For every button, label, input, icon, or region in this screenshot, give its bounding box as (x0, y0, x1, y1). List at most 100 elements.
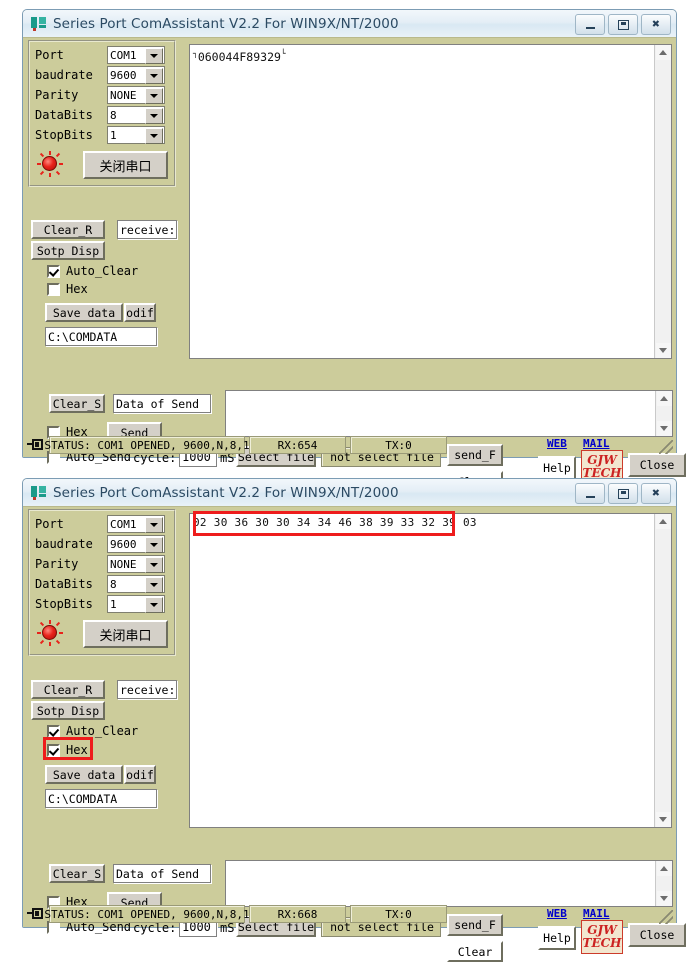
etx-control-char: └ (280, 49, 286, 58)
receive-hex-checkbox-row[interactable]: Hex (47, 282, 88, 296)
receive-hex-checkbox[interactable] (47, 743, 60, 757)
databits-select[interactable]: 8 (107, 575, 165, 593)
send-textarea[interactable] (225, 390, 673, 437)
web-link[interactable]: WEB (547, 907, 567, 920)
receive-text: ┐060044F89329└ (190, 45, 654, 358)
send-scrollbar[interactable] (655, 391, 672, 436)
chevron-down-icon[interactable] (145, 577, 163, 593)
send-file-button[interactable]: send_F (447, 914, 503, 936)
scroll-down-icon[interactable] (656, 891, 672, 906)
mail-link[interactable]: MAIL (583, 437, 610, 450)
stopbits-select[interactable]: 1 (107, 126, 165, 144)
receive-textarea[interactable]: ┐060044F89329└ (189, 44, 672, 359)
receive-scrollbar[interactable] (654, 45, 671, 358)
titlebar-window-2[interactable]: Series Port ComAssistant V2.2 For WIN9X/… (23, 479, 676, 506)
chevron-down-icon[interactable] (145, 108, 163, 124)
send-text[interactable] (226, 391, 655, 436)
auto-clear-label: Auto_Clear (66, 264, 139, 278)
titlebar-buttons: ✖ (575, 14, 671, 35)
auto-clear-checkbox[interactable] (47, 264, 60, 278)
status-text: STATUS: COM1 OPENED, 9600,N,8,1 (44, 905, 250, 923)
send-textarea[interactable] (225, 860, 673, 907)
clear-send-button[interactable]: Clear_S (49, 864, 105, 883)
baudrate-row: baudrate (35, 537, 105, 551)
parity-select[interactable]: NONE (107, 555, 165, 573)
databits-label: DataBits (35, 108, 93, 122)
receive-scrollbar[interactable] (654, 514, 671, 827)
save-data-button[interactable]: Save data (45, 765, 123, 784)
chevron-down-icon[interactable] (145, 517, 163, 533)
baudrate-value: 9600 (110, 68, 137, 82)
window-2: Series Port ComAssistant V2.2 For WIN9X/… (22, 478, 686, 962)
cycle-label: cycle: (133, 921, 177, 935)
parity-select[interactable]: NONE (107, 86, 165, 104)
baudrate-select[interactable]: 9600 (107, 535, 165, 553)
window-1: Series Port ComAssistant V2.2 For WIN9X/… (22, 9, 686, 492)
stopbits-select[interactable]: 1 (107, 595, 165, 613)
stopbits-value: 1 (110, 128, 117, 142)
parity-row: Parity (35, 88, 105, 102)
rx-counter: RX:668 (249, 905, 346, 923)
receive-textarea[interactable]: 02 30 36 30 30 34 34 46 38 39 33 32 39 0… (189, 513, 672, 828)
receive-hex-checkbox-row[interactable]: Hex (47, 743, 88, 757)
port-select[interactable]: COM1 (107, 515, 165, 533)
resize-grip[interactable] (659, 440, 673, 454)
port-select[interactable]: COM1 (107, 46, 165, 64)
scroll-up-icon[interactable] (655, 514, 671, 529)
close-app-button[interactable]: Close (628, 453, 686, 477)
databits-select[interactable]: 8 (107, 106, 165, 124)
web-link[interactable]: WEB (547, 437, 567, 450)
receive-hex-checkbox[interactable] (47, 282, 60, 296)
stop-display-button[interactable]: Sotp Disp (31, 241, 105, 260)
minimize-button[interactable] (575, 483, 605, 504)
clear-receive-button[interactable]: Clear_R (31, 680, 105, 699)
stop-display-button[interactable]: Sotp Disp (31, 701, 105, 720)
minimize-button[interactable] (575, 14, 605, 35)
open-close-port-button[interactable]: 关闭串口 (83, 151, 168, 179)
resize-grip[interactable] (659, 910, 673, 924)
modify-button[interactable]: odif (124, 765, 156, 784)
chevron-down-icon[interactable] (145, 128, 163, 144)
send-scrollbar[interactable] (655, 861, 672, 906)
scroll-down-icon[interactable] (655, 343, 671, 358)
auto-clear-checkbox[interactable] (47, 724, 60, 738)
chevron-down-icon[interactable] (145, 48, 163, 64)
chevron-down-icon[interactable] (145, 557, 163, 573)
minimize-icon (585, 493, 595, 498)
save-path-input[interactable]: C:\COMDATA (45, 327, 157, 346)
scroll-up-icon[interactable] (656, 391, 672, 406)
baudrate-select[interactable]: 9600 (107, 66, 165, 84)
close-button[interactable]: ✖ (641, 14, 671, 35)
send-file-button[interactable]: send_F (447, 444, 503, 466)
maximize-button[interactable] (608, 14, 638, 35)
modify-button[interactable]: odif (124, 303, 156, 322)
help-button[interactable]: Help (538, 456, 576, 480)
chevron-down-icon[interactable] (145, 88, 163, 104)
clear-send-button[interactable]: Clear_S (49, 394, 105, 413)
save-data-button[interactable]: Save data (45, 303, 123, 322)
help-button[interactable]: Help (538, 926, 576, 950)
gjw-tech-logo: GJW TECH (581, 920, 623, 954)
scroll-up-icon[interactable] (656, 861, 672, 876)
titlebar-window-1[interactable]: Series Port ComAssistant V2.2 For WIN9X/… (23, 10, 676, 37)
chevron-down-icon[interactable] (145, 597, 163, 613)
scroll-up-icon[interactable] (655, 45, 671, 60)
open-close-port-button[interactable]: 关闭串口 (83, 620, 168, 648)
chevron-down-icon[interactable] (145, 537, 163, 553)
scroll-down-icon[interactable] (655, 812, 671, 827)
baudrate-label: baudrate (35, 537, 93, 551)
send-text[interactable] (226, 861, 655, 906)
clear-receive-button[interactable]: Clear_R (31, 220, 105, 239)
serial-port-app-icon (31, 16, 47, 32)
receive-text-value: 060044F89329 (197, 49, 281, 64)
scroll-down-icon[interactable] (656, 421, 672, 436)
chevron-down-icon[interactable] (145, 68, 163, 84)
auto-clear-checkbox-row[interactable]: Auto_Clear (47, 724, 138, 738)
auto-clear-checkbox-row[interactable]: Auto_Clear (47, 264, 138, 278)
close-button[interactable]: ✖ (641, 483, 671, 504)
maximize-button[interactable] (608, 483, 638, 504)
window-title: Series Port ComAssistant V2.2 For WIN9X/… (53, 15, 399, 32)
mail-link[interactable]: MAIL (583, 907, 610, 920)
save-path-input[interactable]: C:\COMDATA (45, 789, 157, 808)
close-app-button[interactable]: Close (628, 923, 686, 947)
